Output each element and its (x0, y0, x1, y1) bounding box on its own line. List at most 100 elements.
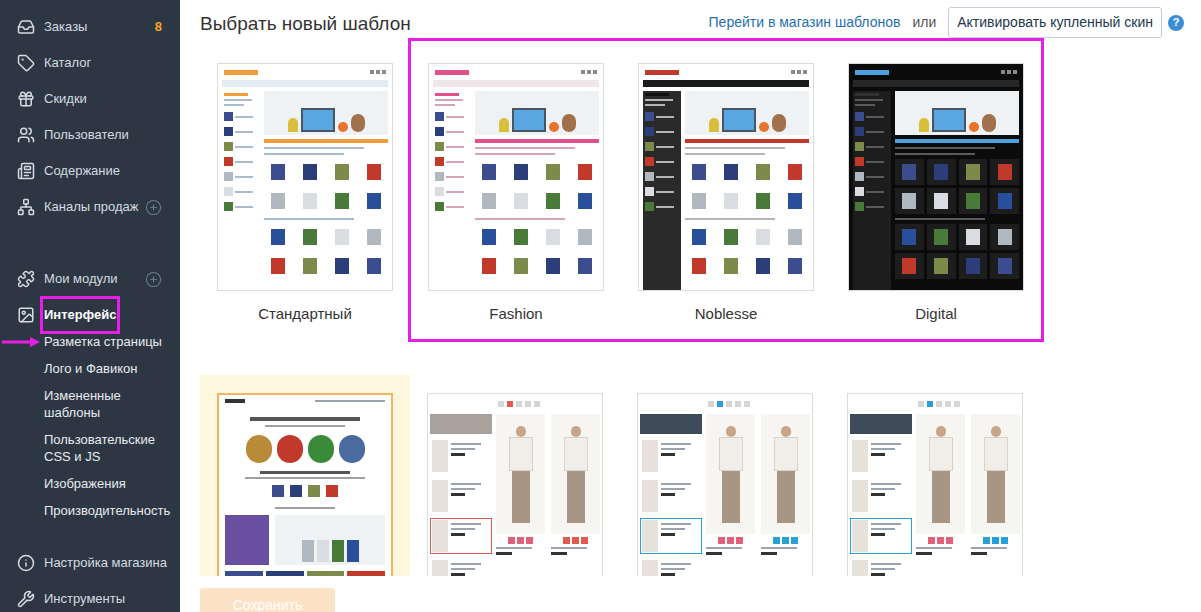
header: Выбрать новый шаблонПерейти в магазин ша… (180, 0, 1201, 38)
preview-line (451, 443, 481, 445)
preview-side-row (645, 202, 679, 211)
template-label[interactable]: Fashion (428, 303, 604, 325)
template-card[interactable] (620, 375, 830, 576)
preview-product (998, 193, 1012, 209)
sidebar-item[interactable]: Каналы продаж (0, 189, 180, 225)
store-link[interactable]: Перейти в магазин шаблонов (709, 12, 901, 33)
preview-actions (916, 537, 965, 544)
preview-action (563, 537, 570, 544)
preview-model (929, 426, 953, 523)
activate-skin-button[interactable]: Активировать купленный скин (948, 7, 1162, 38)
preview-tile (328, 159, 357, 185)
sidebar-subitem[interactable]: Лого и Фавикон (0, 355, 180, 382)
sidebar-subitem-label[interactable]: Лого и Фавикон (44, 360, 169, 377)
sidebar-item[interactable]: Мои модули (0, 261, 180, 297)
add-circle-icon[interactable] (145, 271, 162, 288)
sidebar-item[interactable]: Скидки (0, 81, 180, 117)
sidebar-subitem-label[interactable]: Производительность (44, 502, 169, 519)
sidebar-item-label[interactable]: Пользователи (44, 127, 129, 143)
sidebar-item-label[interactable]: Мои модули (44, 271, 118, 287)
template-label[interactable]: Noblesse (638, 303, 814, 325)
preview-strip (895, 139, 1019, 143)
sidebar-subitem-label[interactable]: Измененные шаблоны (44, 387, 169, 421)
preview-tile (990, 224, 1019, 250)
template-thumbnail[interactable] (848, 63, 1024, 291)
sidebar-subitem[interactable]: Изображения (0, 470, 180, 497)
template-card[interactable]: Fashion (411, 45, 621, 339)
sidebar-item[interactable]: Инструменты (0, 581, 180, 612)
sidebar-subitem-label[interactable]: Пользовательские CSS и JS (44, 431, 169, 465)
sidebar-subitem-label[interactable]: Изображения (44, 475, 169, 492)
sidebar-submenu: Разметка страницы Лого и Фавикон Измененны… (0, 328, 180, 524)
sidebar-item[interactable]: Настройка магазина (0, 545, 180, 581)
sidebar-subitem[interactable]: Измененные шаблоны (0, 382, 180, 426)
preview-side-row (645, 112, 679, 121)
preview-line (866, 146, 884, 148)
sidebar-group: Мои модули ИнтерфейсРазметка страницы Лого… (0, 261, 180, 524)
help-icon[interactable]: ? (1168, 15, 1184, 31)
sidebar-subitem[interactable]: Пользовательские CSS и JS (0, 426, 180, 470)
template-thumbnail[interactable] (847, 393, 1023, 576)
save-button[interactable]: Сохранить (200, 588, 335, 612)
preview-product (578, 193, 592, 209)
template-thumbnail[interactable] (217, 393, 393, 576)
template-thumbnail[interactable] (217, 63, 393, 291)
preview-line (475, 153, 555, 155)
preview-side-row (435, 142, 469, 151)
template-card[interactable] (830, 375, 1040, 576)
preview-product (645, 112, 654, 121)
preview-lines (661, 480, 691, 512)
preview-tile (328, 224, 357, 250)
sidebar-item[interactable]: Интерфейс (0, 297, 180, 333)
preview-grid (685, 159, 809, 214)
preview-laptop (722, 108, 756, 132)
template-card[interactable]: Стандартный (200, 45, 410, 339)
sidebar-item-label[interactable]: Заказы (44, 19, 87, 35)
sidebar-item[interactable]: Заказы8 (0, 9, 180, 45)
template-label[interactable]: Digital (848, 303, 1024, 325)
sidebar-item-label[interactable]: Содержание (44, 163, 120, 179)
template-card[interactable] (200, 375, 410, 576)
template-card[interactable]: Noblesse (621, 45, 831, 339)
preview-product (224, 157, 233, 166)
preview-tile (296, 159, 325, 185)
sidebar-subitem[interactable]: Производительность (0, 497, 180, 524)
sidebar-item-icon (17, 590, 35, 608)
sidebar-item[interactable]: Пользователи (0, 117, 180, 153)
template-card[interactable] (410, 375, 620, 576)
template-label[interactable]: Стандартный (217, 303, 393, 325)
preview-head (936, 426, 946, 437)
template-thumbnail[interactable] (427, 393, 603, 576)
sidebar-item[interactable]: Каталог (0, 45, 180, 81)
sidebar-subitem-label[interactable]: Разметка страницы (44, 333, 169, 350)
main: Выбрать новый шаблонПерейти в магазин ша… (180, 0, 1201, 612)
preview-side-row (430, 558, 492, 576)
sidebar-item-label[interactable]: Каталог (44, 55, 91, 71)
template-card[interactable]: Digital (831, 45, 1041, 339)
preview-tile (570, 159, 599, 185)
sidebar-item-label[interactable]: Настройка магазина (44, 555, 167, 571)
sidebar-item[interactable]: Содержание (0, 153, 180, 189)
preview-action (983, 537, 990, 544)
template-thumbnail[interactable] (638, 63, 814, 291)
preview-line (685, 218, 775, 220)
template-thumbnail[interactable] (428, 63, 604, 291)
preview-photo (916, 414, 965, 534)
sidebar-subitem[interactable]: Разметка страницы (0, 328, 180, 355)
preview-line (866, 206, 884, 208)
preview-icon (797, 70, 801, 74)
sidebar-item-label[interactable]: Интерфейс (40, 296, 120, 334)
template-thumbnail[interactable] (637, 393, 813, 576)
sidebar-item-icon (17, 126, 35, 144)
preview-line (661, 528, 685, 530)
preview-product (788, 229, 802, 245)
sidebar-item-label[interactable]: Скидки (44, 91, 87, 107)
sidebar-item-label[interactable]: Каналы продаж (44, 199, 138, 215)
preview-product (852, 560, 868, 576)
preview-tile (570, 253, 599, 279)
preview-product (435, 202, 444, 211)
sidebar-item-label[interactable]: Инструменты (44, 591, 125, 607)
preview-line (661, 568, 685, 570)
preview-tile (264, 159, 293, 185)
add-circle-icon[interactable] (145, 199, 162, 216)
